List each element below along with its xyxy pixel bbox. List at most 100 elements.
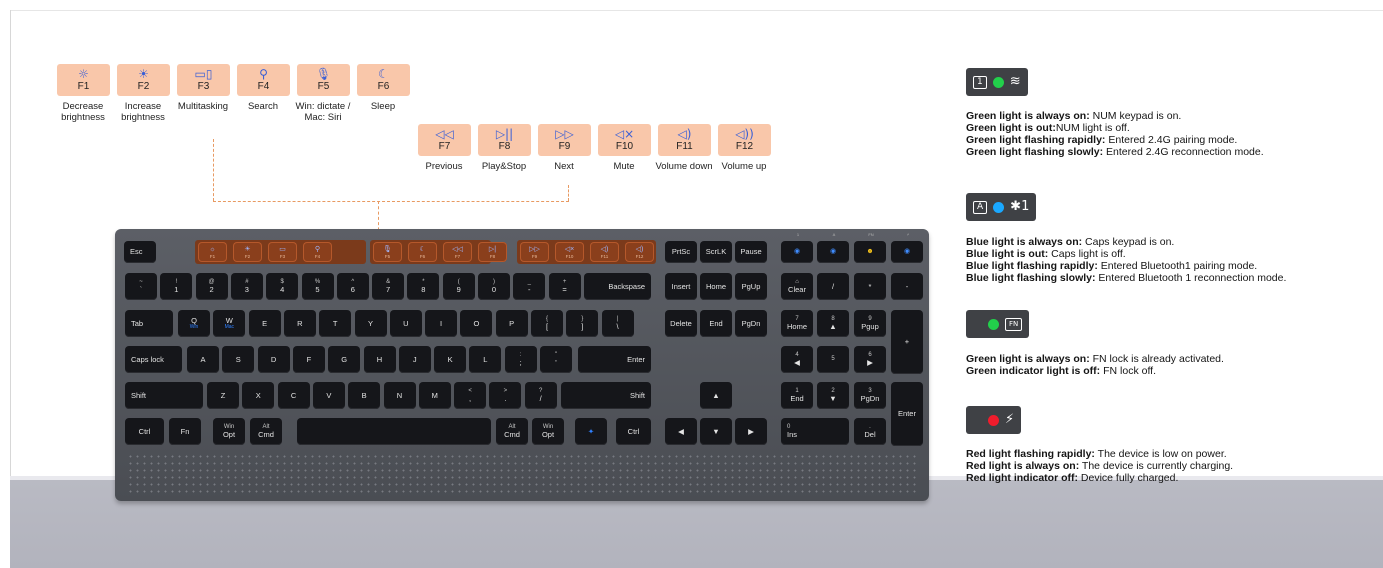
key-digit[interactable]: % 5 — [301, 273, 334, 300]
arrow-key[interactable]: ◀ — [665, 418, 697, 445]
arrow-key[interactable]: ▶ — [735, 418, 767, 445]
key-letter[interactable]: N — [383, 382, 416, 409]
key-letter[interactable]: Y — [354, 310, 387, 337]
key-letter[interactable]: I — [425, 310, 458, 337]
key-letter[interactable]: <, — [454, 382, 487, 409]
numpad-key[interactable]: 4 ◀ — [781, 346, 813, 373]
right-shift-key[interactable]: Shift — [561, 382, 651, 409]
key-letter[interactable]: A — [187, 346, 219, 373]
key-prtsc[interactable]: PrtSc — [665, 241, 697, 263]
numpad-key[interactable]: - — [891, 273, 923, 300]
key-digit[interactable]: + = — [548, 273, 581, 300]
key-letter[interactable]: ? / — [524, 382, 557, 409]
numpad-key[interactable]: ⌂ Clear — [781, 273, 813, 300]
numpad-key[interactable]: 3 PgDn — [854, 382, 886, 409]
key-digit[interactable]: _ - — [513, 273, 546, 300]
key-letter[interactable]: V — [312, 382, 345, 409]
key-letter[interactable]: J — [398, 346, 431, 373]
key-letter[interactable]: L — [469, 346, 502, 373]
key-f9[interactable]: ▷▷ F9 — [520, 242, 549, 262]
numpad-del-key[interactable]: . Del — [854, 418, 886, 445]
right-alt-cmd-key[interactable]: Alt Cmd — [496, 418, 528, 445]
key-letter[interactable]: E — [248, 310, 281, 337]
numpad-enter-key[interactable]: Enter — [891, 382, 923, 446]
key-letter[interactable]: P — [495, 310, 528, 337]
key-letter[interactable]: " ' — [540, 346, 572, 373]
esc-key[interactable]: Esc — [124, 241, 156, 263]
numpad-key[interactable]: 5 — [817, 346, 849, 373]
numpad-key[interactable]: 8 ▲ — [817, 310, 849, 337]
key-f12[interactable]: ◁) F12 — [625, 242, 654, 262]
indicator-key[interactable]: ◉ — [891, 241, 923, 263]
key-letter[interactable]: H — [363, 346, 396, 373]
numpad-plus-key[interactable]: + — [891, 310, 923, 374]
left-shift-key[interactable]: Shift — [125, 382, 203, 409]
key-letter[interactable]: {[ — [531, 310, 563, 337]
key-letter[interactable]: K — [434, 346, 467, 373]
key-f3[interactable]: ▭ F3 — [268, 242, 297, 262]
key-letter[interactable]: :; — [504, 346, 537, 373]
key-insert[interactable]: Insert — [665, 273, 697, 300]
fn-key[interactable]: Fn — [169, 418, 201, 445]
key-digit[interactable]: ) 0 — [478, 273, 510, 300]
left-win-opt-key[interactable]: Win Opt — [213, 418, 245, 445]
numpad-key[interactable]: 9 Pgup — [854, 310, 886, 337]
key-letter[interactable]: O — [460, 310, 493, 337]
right-ctrl-key[interactable]: Ctrl — [616, 418, 651, 445]
key-f2[interactable]: ☀ F2 — [233, 242, 262, 262]
key-f1[interactable]: ☼ F1 — [198, 242, 227, 262]
key-letter[interactable]: T — [319, 310, 352, 337]
key-f6[interactable]: ☾ F6 — [408, 242, 437, 262]
numpad-key[interactable]: 6 ▶ — [854, 346, 886, 373]
key-letter[interactable]: | \ — [601, 310, 634, 337]
key-digit[interactable]: * 8 — [407, 273, 440, 300]
key-digit[interactable]: ! 1 — [160, 273, 193, 300]
indicator-key[interactable]: ☻ — [854, 241, 886, 263]
numpad-key[interactable]: * — [854, 273, 886, 300]
key-letter[interactable]: F — [292, 346, 325, 373]
key-digit[interactable]: ^ 6 — [336, 273, 369, 300]
enter-key[interactable]: Enter — [578, 346, 651, 373]
space-key[interactable] — [297, 418, 491, 445]
key-letter[interactable]: X — [242, 382, 275, 409]
key-f8[interactable]: ▷| F8 — [478, 242, 507, 262]
key-letter[interactable]: Z — [207, 382, 239, 409]
key-letter[interactable]: R — [283, 310, 316, 337]
backspace-key[interactable]: Backspase — [584, 273, 651, 300]
key-letter[interactable]: Q Win — [178, 310, 210, 337]
key-end[interactable]: End — [700, 310, 732, 337]
key-letter[interactable]: C — [277, 382, 310, 409]
key-letter[interactable]: W Mac — [213, 310, 246, 337]
arrow-up-key[interactable]: ▲ — [700, 382, 732, 409]
right-win-opt-key[interactable]: Win Opt — [532, 418, 564, 445]
indicator-key[interactable]: ◉ — [817, 241, 849, 263]
left-ctrl-key[interactable]: Ctrl — [125, 418, 164, 445]
key-pgup[interactable]: PgUp — [735, 273, 767, 300]
key-f5[interactable]: 🎙 F5 — [373, 242, 402, 262]
key-letter[interactable]: U — [389, 310, 422, 337]
key-f10[interactable]: ◁× F10 — [555, 242, 584, 262]
left-alt-cmd-key[interactable]: Alt Cmd — [250, 418, 282, 445]
key-digit[interactable]: & 7 — [372, 273, 405, 300]
tab-key[interactable]: Tab — [125, 310, 173, 337]
key-pause[interactable]: Pause — [735, 241, 767, 263]
key-letter[interactable]: }] — [566, 310, 599, 337]
key-letter[interactable]: >. — [489, 382, 522, 409]
key-letter[interactable]: M — [418, 382, 451, 409]
key-f4[interactable]: ⚲ F4 — [303, 242, 332, 262]
key-letter[interactable]: S — [222, 346, 255, 373]
numpad-key[interactable]: 7 Home — [781, 310, 813, 337]
windows-logo-key[interactable]: ✦ — [575, 418, 607, 445]
key-letter[interactable]: B — [348, 382, 381, 409]
arrow-key[interactable]: ▼ — [700, 418, 732, 445]
numpad-key[interactable]: 1 End — [781, 382, 813, 409]
key-scrlk[interactable]: ScrLK — [700, 241, 732, 263]
key-digit[interactable]: @2 — [195, 273, 228, 300]
key-f7[interactable]: ◁◁ F7 — [443, 242, 472, 262]
key-delete[interactable]: Delete — [665, 310, 697, 337]
key-home[interactable]: Home — [700, 273, 732, 300]
numpad-zero-key[interactable]: 0 Ins — [781, 418, 849, 445]
numpad-key[interactable]: / — [817, 273, 849, 300]
numpad-key[interactable]: 2 ▼ — [817, 382, 849, 409]
caps-lock-key[interactable]: Caps lock — [125, 346, 182, 373]
